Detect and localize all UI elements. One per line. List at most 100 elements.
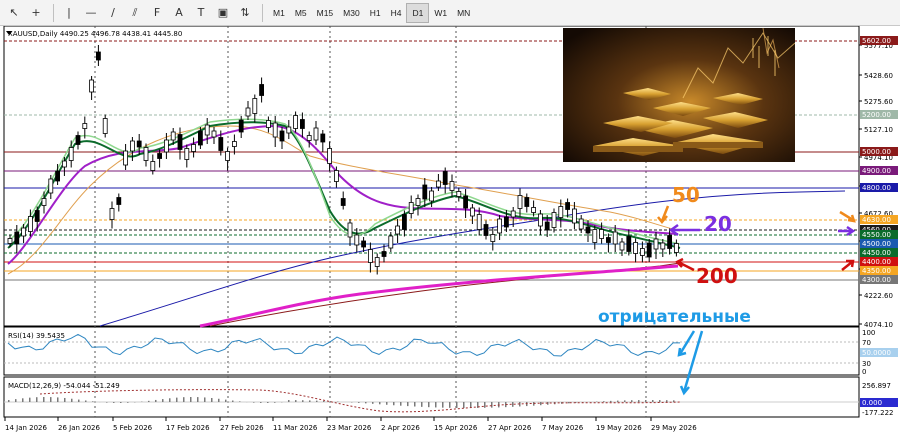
- macd-bar: [400, 402, 402, 406]
- candle-body: [498, 219, 502, 233]
- crosshair-icon[interactable]: +: [26, 3, 46, 23]
- macd-bar: [50, 397, 52, 402]
- candle-body: [559, 207, 563, 218]
- rsi-value-label: 50.0000: [862, 349, 891, 357]
- candle-body: [158, 154, 162, 159]
- timeframe-w1[interactable]: W1: [429, 4, 452, 22]
- date-axis: 14 Jan 202626 Jan 20265 Feb 202617 Feb 2…: [5, 417, 697, 432]
- timeframe-m5[interactable]: M5: [290, 4, 312, 22]
- candle-body: [436, 181, 440, 187]
- rsi-tick-70: 70: [862, 339, 871, 347]
- shapes-icon[interactable]: ▣: [213, 3, 233, 23]
- candle-body: [56, 171, 60, 181]
- timeframe-h1[interactable]: H1: [365, 4, 386, 22]
- macd-bar: [603, 401, 605, 402]
- timeframe-mn[interactable]: MN: [452, 4, 475, 22]
- candle-body: [321, 134, 325, 142]
- candle-body: [103, 119, 107, 134]
- macd-bar: [239, 401, 241, 402]
- macd-bar: [78, 400, 80, 402]
- candle-body: [674, 244, 678, 253]
- candle-body: [212, 131, 216, 137]
- macd-bar: [372, 402, 374, 404]
- candle-body: [464, 196, 468, 208]
- candle-body: [314, 128, 318, 140]
- date-label: 26 Jan 2026: [58, 424, 101, 432]
- level-label: 4500.00: [862, 240, 891, 248]
- candle-body: [171, 132, 175, 140]
- candle-body: [368, 250, 372, 263]
- chart-toolbar: ↖ + | — ∕ ⫽ F A T ▣ ⇅ M1 M5 M15 M30 H1 H…: [0, 0, 900, 26]
- cursor-icon[interactable]: ↖: [4, 3, 24, 23]
- macd-bar: [358, 402, 360, 403]
- timeframe-m1[interactable]: M1: [268, 4, 290, 22]
- fibonacci-icon[interactable]: F: [147, 3, 167, 23]
- candle-body: [205, 125, 209, 135]
- candle-body: [654, 239, 658, 249]
- horizontal-line-icon[interactable]: —: [81, 3, 101, 23]
- candle-body: [266, 121, 270, 128]
- timeframe-h4[interactable]: H4: [386, 4, 407, 22]
- candle-body: [192, 145, 196, 152]
- candle-body: [83, 124, 87, 129]
- candle-body: [130, 141, 134, 151]
- candle-body: [348, 223, 352, 237]
- arrow-tool-icon[interactable]: ⇅: [235, 3, 255, 23]
- candle-body: [260, 85, 264, 96]
- ma50-annotation: 50: [672, 183, 700, 207]
- candle-body: [198, 131, 202, 145]
- chart-area[interactable]: XAUUSD,Daily 4490.25 4496.78 4438.41 444…: [0, 26, 900, 438]
- price-tick: 4222.60: [864, 292, 893, 300]
- candle-body: [15, 232, 19, 244]
- date-label: 17 Feb 2026: [166, 424, 210, 432]
- candle-body: [328, 149, 332, 164]
- text-tool-icon[interactable]: A: [169, 3, 189, 23]
- macd-bar: [323, 401, 325, 402]
- timeframe-m30[interactable]: M30: [338, 4, 365, 22]
- negative-annotation: отрицательные: [598, 307, 751, 327]
- candle-body: [300, 120, 304, 129]
- candle-body: [552, 213, 556, 228]
- trendline-icon[interactable]: ∕: [103, 3, 123, 23]
- candle-body: [402, 215, 406, 230]
- candle-body: [69, 148, 73, 161]
- macd-bar: [225, 400, 227, 402]
- macd-bar: [414, 402, 416, 407]
- gold-bars-image: [563, 28, 795, 162]
- macd-bar: [106, 402, 108, 403]
- macd-bar: [309, 400, 311, 402]
- text-label-icon[interactable]: T: [191, 3, 211, 23]
- macd-bar: [652, 400, 654, 402]
- rsi-tick-0: 0: [862, 368, 866, 376]
- macd-bar: [253, 402, 255, 403]
- candle-body: [389, 236, 393, 248]
- macd-bar: [232, 401, 234, 402]
- timeframe-m15[interactable]: M15: [312, 4, 339, 22]
- macd-bar: [463, 402, 465, 408]
- macd-tick-top: 256.897: [862, 382, 891, 390]
- macd-bar: [190, 397, 192, 402]
- level-label: 4400.00: [862, 258, 891, 266]
- candle-body: [8, 239, 12, 244]
- macd-bar: [22, 398, 24, 402]
- level-label: 4450.00: [862, 249, 891, 257]
- candle-body: [525, 198, 529, 207]
- macd-bar: [610, 401, 612, 402]
- macd-bar: [407, 402, 409, 406]
- channel-icon[interactable]: ⫽: [125, 3, 145, 23]
- symbol-header: XAUUSD,Daily 4490.25 4496.78 4438.41 444…: [8, 30, 182, 38]
- date-label: 23 Mar 2026: [327, 424, 372, 432]
- candle-body: [144, 148, 148, 161]
- macd-bar: [120, 402, 122, 403]
- candle-body: [423, 185, 427, 199]
- candle-body: [307, 136, 311, 141]
- vertical-line-icon[interactable]: |: [59, 3, 79, 23]
- level-label: 4550.00: [862, 231, 891, 239]
- candle-body: [600, 230, 604, 239]
- level-label: 4630.00: [862, 216, 891, 224]
- timeframe-d1[interactable]: D1: [406, 3, 429, 23]
- level-label: 4300.00: [862, 276, 891, 284]
- date-label: 5 Feb 2026: [113, 424, 153, 432]
- candle-body: [491, 235, 495, 242]
- rsi-tick-100: 100: [862, 329, 875, 337]
